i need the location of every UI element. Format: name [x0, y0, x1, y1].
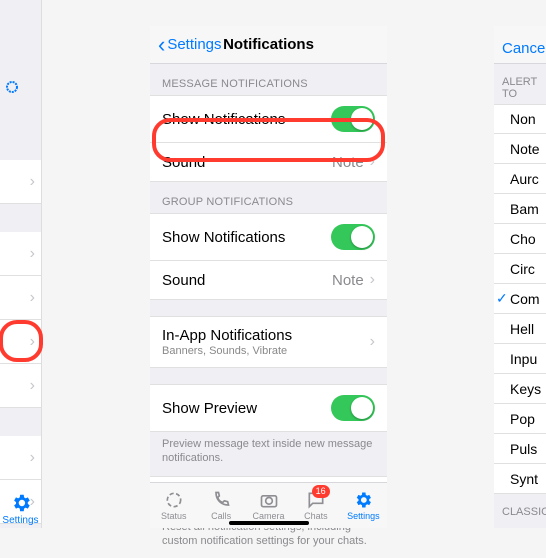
section-header-classic: CLASSIC [494, 494, 546, 522]
tab-label: Settings [347, 511, 380, 521]
tab-settings[interactable]: Settings [340, 483, 387, 528]
tab-label: Status [161, 511, 187, 521]
back-label: Settings [167, 36, 221, 53]
toggle-switch[interactable] [331, 224, 375, 250]
show-preview-toggle-row[interactable]: Show Preview [150, 384, 387, 432]
navbar: ‹ Settings Notifications [150, 26, 387, 64]
chats-badge: 16 [312, 485, 330, 498]
cell-label: Sound [162, 272, 332, 289]
in-app-notifications-row[interactable]: In-App Notifications Banners, Sounds, Vi… [150, 316, 387, 368]
tab-label: Chats [304, 511, 328, 521]
cell-value: Note [332, 154, 364, 171]
cell-label: In-App Notifications [162, 327, 364, 344]
section-footer: Preview message text inside new message … [150, 432, 387, 476]
left-row[interactable]: › [0, 436, 41, 480]
tone-row[interactable]: Non [494, 104, 546, 134]
tone-row[interactable]: Pop [494, 404, 546, 434]
camera-icon [259, 490, 279, 510]
section-header-alert: ALERT TO [494, 64, 546, 104]
sound-picker-screen: Cancel ALERT TO NonNoteAurcBamChoCirc✓Co… [494, 26, 546, 528]
cell-value: Note [332, 272, 364, 289]
tone-row[interactable]: Aurc [494, 164, 546, 194]
left-panel: › › › › › › › Settings [0, 0, 42, 528]
tab-label: Calls [211, 511, 231, 521]
cell-label: Sound [162, 154, 332, 171]
tone-label: Hell [510, 321, 534, 337]
chevron-right-icon: › [370, 271, 375, 289]
tone-label: Circ [510, 261, 535, 277]
status-icon [164, 490, 184, 510]
notifications-screen: ‹ Settings Notifications MESSAGE NOTIFIC… [150, 26, 387, 528]
left-row[interactable]: › [0, 232, 41, 276]
sound-row-message[interactable]: Sound Note › [150, 143, 387, 182]
tone-row[interactable]: Inpu [494, 344, 546, 374]
show-notifications-toggle-row[interactable]: Show Notifications [150, 95, 387, 143]
chevron-left-icon: ‹ [158, 34, 165, 56]
sound-row-group[interactable]: Sound Note › [150, 261, 387, 300]
tone-label: Cho [510, 231, 536, 247]
tab-status[interactable]: Status [150, 483, 197, 528]
left-row[interactable]: › [0, 160, 41, 204]
back-button[interactable]: ‹ Settings [158, 34, 222, 56]
cell-label: Show Preview [162, 400, 331, 417]
toggle-switch[interactable] [331, 395, 375, 421]
left-row[interactable]: › [0, 276, 41, 320]
tone-row[interactable]: ✓Com [494, 284, 546, 314]
highlight-ring [0, 320, 43, 362]
cell-label: Show Notifications [162, 229, 331, 246]
toggle-switch[interactable] [331, 106, 375, 132]
tone-label: Synt [510, 471, 538, 487]
tone-row[interactable]: Synt [494, 464, 546, 494]
tone-label: Com [510, 291, 540, 307]
tone-label: Aurc [510, 171, 539, 187]
tone-label: Inpu [510, 351, 537, 367]
left-row[interactable]: › [0, 364, 41, 408]
chevron-right-icon: › [370, 333, 375, 351]
tone-row[interactable]: Note [494, 134, 546, 164]
tone-row[interactable]: Hell [494, 314, 546, 344]
gear-icon [10, 492, 32, 514]
left-row-highlighted[interactable]: › [0, 320, 41, 364]
tone-row[interactable]: Bam [494, 194, 546, 224]
tone-label: Non [510, 111, 536, 127]
tone-label: Pop [510, 411, 535, 427]
cell-sublabel: Banners, Sounds, Vibrate [162, 345, 364, 357]
tab-label: Camera [253, 511, 285, 521]
tone-label: Puls [510, 441, 537, 457]
tab-settings[interactable]: Settings [0, 492, 41, 526]
tone-label: Keys [510, 381, 541, 397]
section-header-message: MESSAGE NOTIFICATIONS [150, 64, 387, 95]
tab-label: Settings [2, 515, 38, 526]
cell-label: Show Notifications [162, 111, 331, 128]
cancel-button[interactable]: Cancel [494, 26, 546, 64]
home-indicator [229, 521, 309, 525]
tone-list: NonNoteAurcBamChoCirc✓ComHellInpuKeysPop… [494, 104, 546, 494]
tone-row[interactable]: Keys [494, 374, 546, 404]
checkmark-icon: ✓ [496, 290, 508, 307]
chevron-right-icon: › [370, 153, 375, 171]
tone-row[interactable]: Cho [494, 224, 546, 254]
active-indicator-icon [6, 80, 18, 97]
tone-label: Bam [510, 201, 539, 217]
tone-label: Note [510, 141, 540, 157]
gear-icon [353, 490, 373, 510]
tone-row[interactable]: Puls [494, 434, 546, 464]
cancel-label: Cancel [502, 40, 546, 57]
show-notifications-toggle-row[interactable]: Show Notifications [150, 213, 387, 261]
tone-row[interactable]: Circ [494, 254, 546, 284]
phone-icon [211, 490, 231, 510]
section-header-group: GROUP NOTIFICATIONS [150, 182, 387, 213]
